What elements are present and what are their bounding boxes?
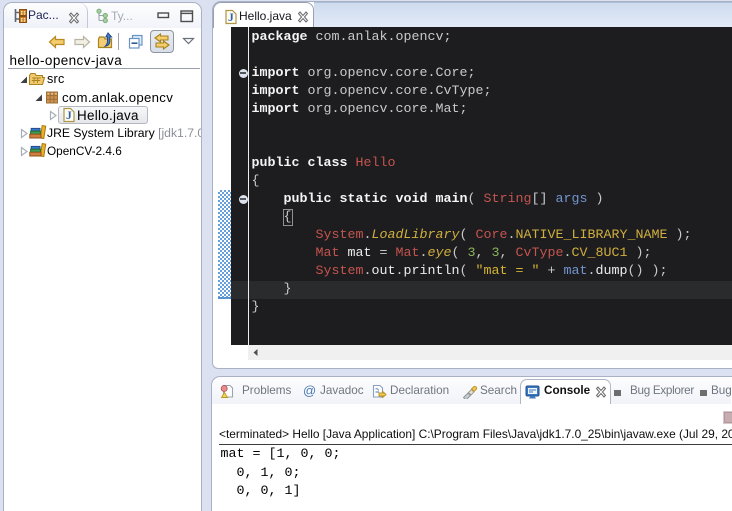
svg-text:J: J [66, 110, 72, 122]
svg-text:J: J [228, 12, 234, 24]
